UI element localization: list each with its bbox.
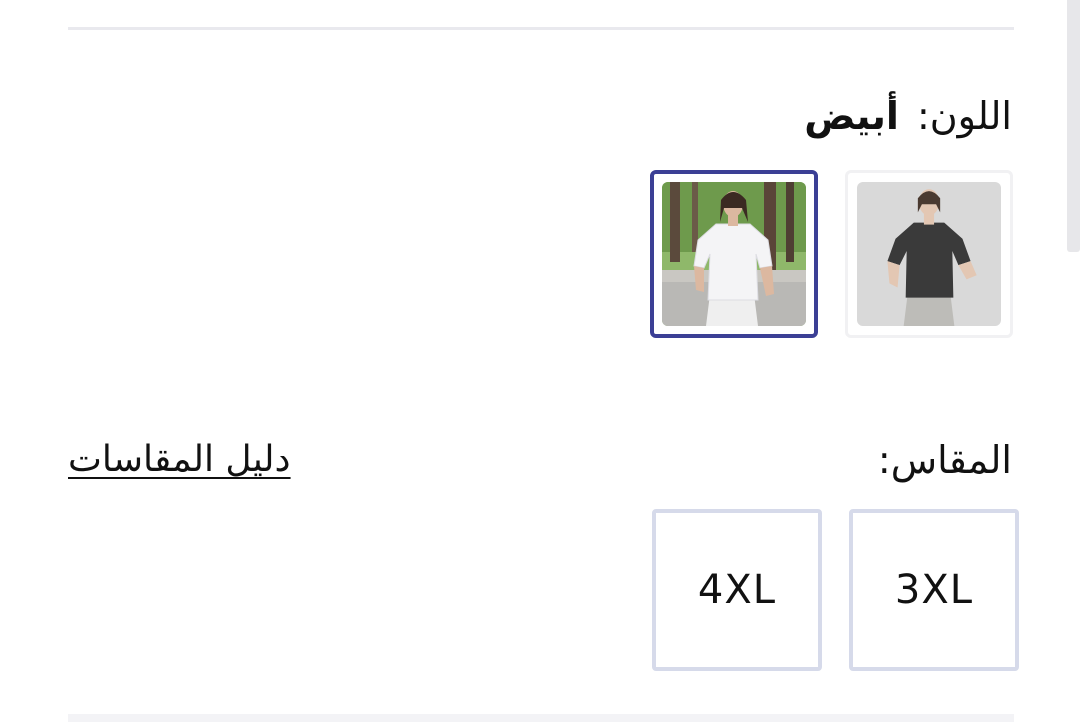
color-swatch-black[interactable] — [845, 170, 1013, 338]
size-label: المقاس: — [877, 438, 1012, 482]
color-label-row: اللون: أبيض — [804, 88, 1012, 144]
white-shirt-thumbnail — [662, 182, 806, 326]
color-swatch-white[interactable] — [650, 170, 818, 338]
color-label: اللون: — [916, 94, 1012, 138]
size-option-3xl[interactable]: 3XL — [849, 509, 1019, 671]
scrollbar-thumb[interactable] — [1067, 0, 1080, 252]
size-guide-link[interactable]: دليل المقاسات — [68, 432, 291, 488]
black-shirt-thumbnail — [857, 182, 1001, 326]
selected-color-value: أبيض — [804, 94, 899, 138]
bottom-divider — [68, 714, 1014, 722]
top-divider — [68, 27, 1014, 30]
size-option-4xl[interactable]: 4XL — [652, 509, 822, 671]
